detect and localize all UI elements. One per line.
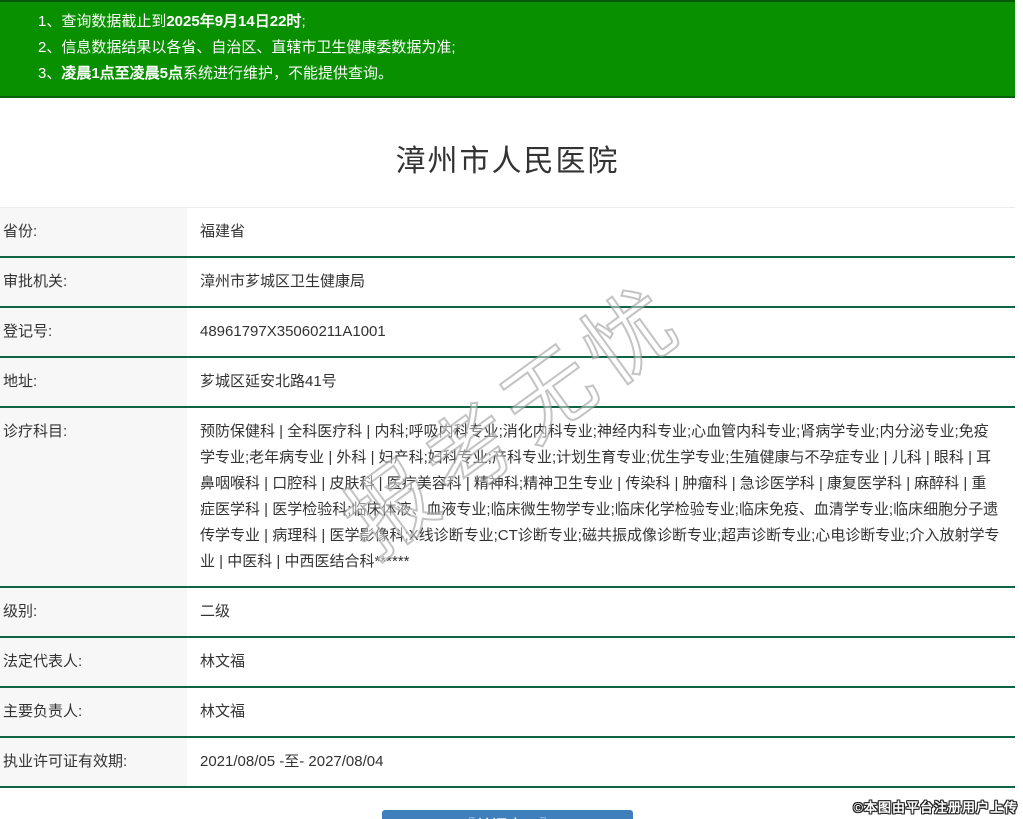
table-row-principal: 主要负责人: 林文福 — [0, 688, 1015, 738]
row-value: 48961797X35060211A1001 — [200, 323, 386, 340]
notice-line-1: 1、查询数据截止到2025年9月14日22时; — [38, 9, 1005, 35]
row-value: 预防保健科 | 全科医疗科 | 内科;呼吸内科专业;消化内科专业;神经内科专业;… — [200, 423, 1000, 570]
table-row-level: 级别: 二级 — [0, 588, 1015, 638]
notice-banner: 1、查询数据截止到2025年9月14日22时; 2、信息数据结果以各省、自治区、… — [0, 0, 1015, 98]
row-value: 2021/08/05 -至- 2027/08/04 — [200, 753, 384, 770]
table-row-province: 省份: 福建省 — [0, 208, 1015, 258]
row-value: 林文福 — [200, 653, 246, 670]
notice-text: 1、查询数据截止到 — [38, 13, 167, 30]
row-label: 执业许可证有效期: — [0, 738, 187, 786]
notice-bold-text: 2025年9月14日22时 — [166, 13, 302, 30]
row-label: 登记号: — [0, 308, 187, 356]
notice-text: ; — [301, 13, 306, 30]
table-row-departments: 诊疗科目: 预防保健科 | 全科医疗科 | 内科;呼吸内科专业;消化内科专业;神… — [0, 408, 1015, 588]
notice-text: 3、 — [38, 65, 62, 82]
row-label: 审批机关: — [0, 258, 187, 306]
row-value: 林文福 — [200, 703, 246, 720]
row-label: 主要负责人: — [0, 688, 187, 736]
notice-text: 2、信息数据结果以各省、自治区、直辖市卫生健康委数据为准; — [38, 39, 456, 56]
table-row-registration-number: 登记号: 48961797X35060211A1001 — [0, 308, 1015, 358]
row-label: 省份: — [0, 208, 187, 256]
row-value: 二级 — [200, 603, 231, 620]
hospital-title: 漳州市人民医院 — [395, 145, 620, 178]
row-value: 福建省 — [200, 223, 246, 240]
table-row-legal-representative: 法定代表人: 林文福 — [0, 638, 1015, 688]
table-row-address: 地址: 芗城区延安北路41号 — [0, 358, 1015, 408]
hospital-info-table: 省份: 福建省 审批机关: 漳州市芗城区卫生健康局 登记号: 48961797X… — [0, 207, 1015, 788]
row-label: 地址: — [0, 358, 187, 406]
upload-attribution: ©本图由平台注册用户上传 — [853, 800, 1018, 815]
notice-bold-text: 凌晨1点至凌晨5点 — [61, 65, 184, 82]
table-row-license-validity: 执业许可证有效期: 2021/08/05 -至- 2027/08/04 — [0, 738, 1015, 788]
row-label: 法定代表人: — [0, 638, 187, 686]
row-value: 芗城区延安北路41号 — [200, 373, 337, 390]
notice-line-2: 2、信息数据结果以各省、自治区、直辖市卫生健康委数据为准; — [38, 35, 1005, 61]
table-row-approval-authority: 审批机关: 漳州市芗城区卫生健康局 — [0, 258, 1015, 308]
row-value: 漳州市芗城区卫生健康局 — [200, 273, 366, 290]
row-label: 级别: — [0, 588, 187, 636]
notice-text: 系统进行维护，不能提供查询。 — [183, 65, 394, 82]
notice-line-3: 3、凌晨1点至凌晨5点系统进行维护，不能提供查询。 — [38, 61, 1005, 87]
query-result-page: 1、查询数据截止到2025年9月14日22时; 2、信息数据结果以各省、自治区、… — [0, 0, 1023, 819]
row-label: 诊疗科目: — [0, 408, 187, 586]
close-window-button[interactable]: 〖关闭窗口〗 — [382, 810, 633, 819]
